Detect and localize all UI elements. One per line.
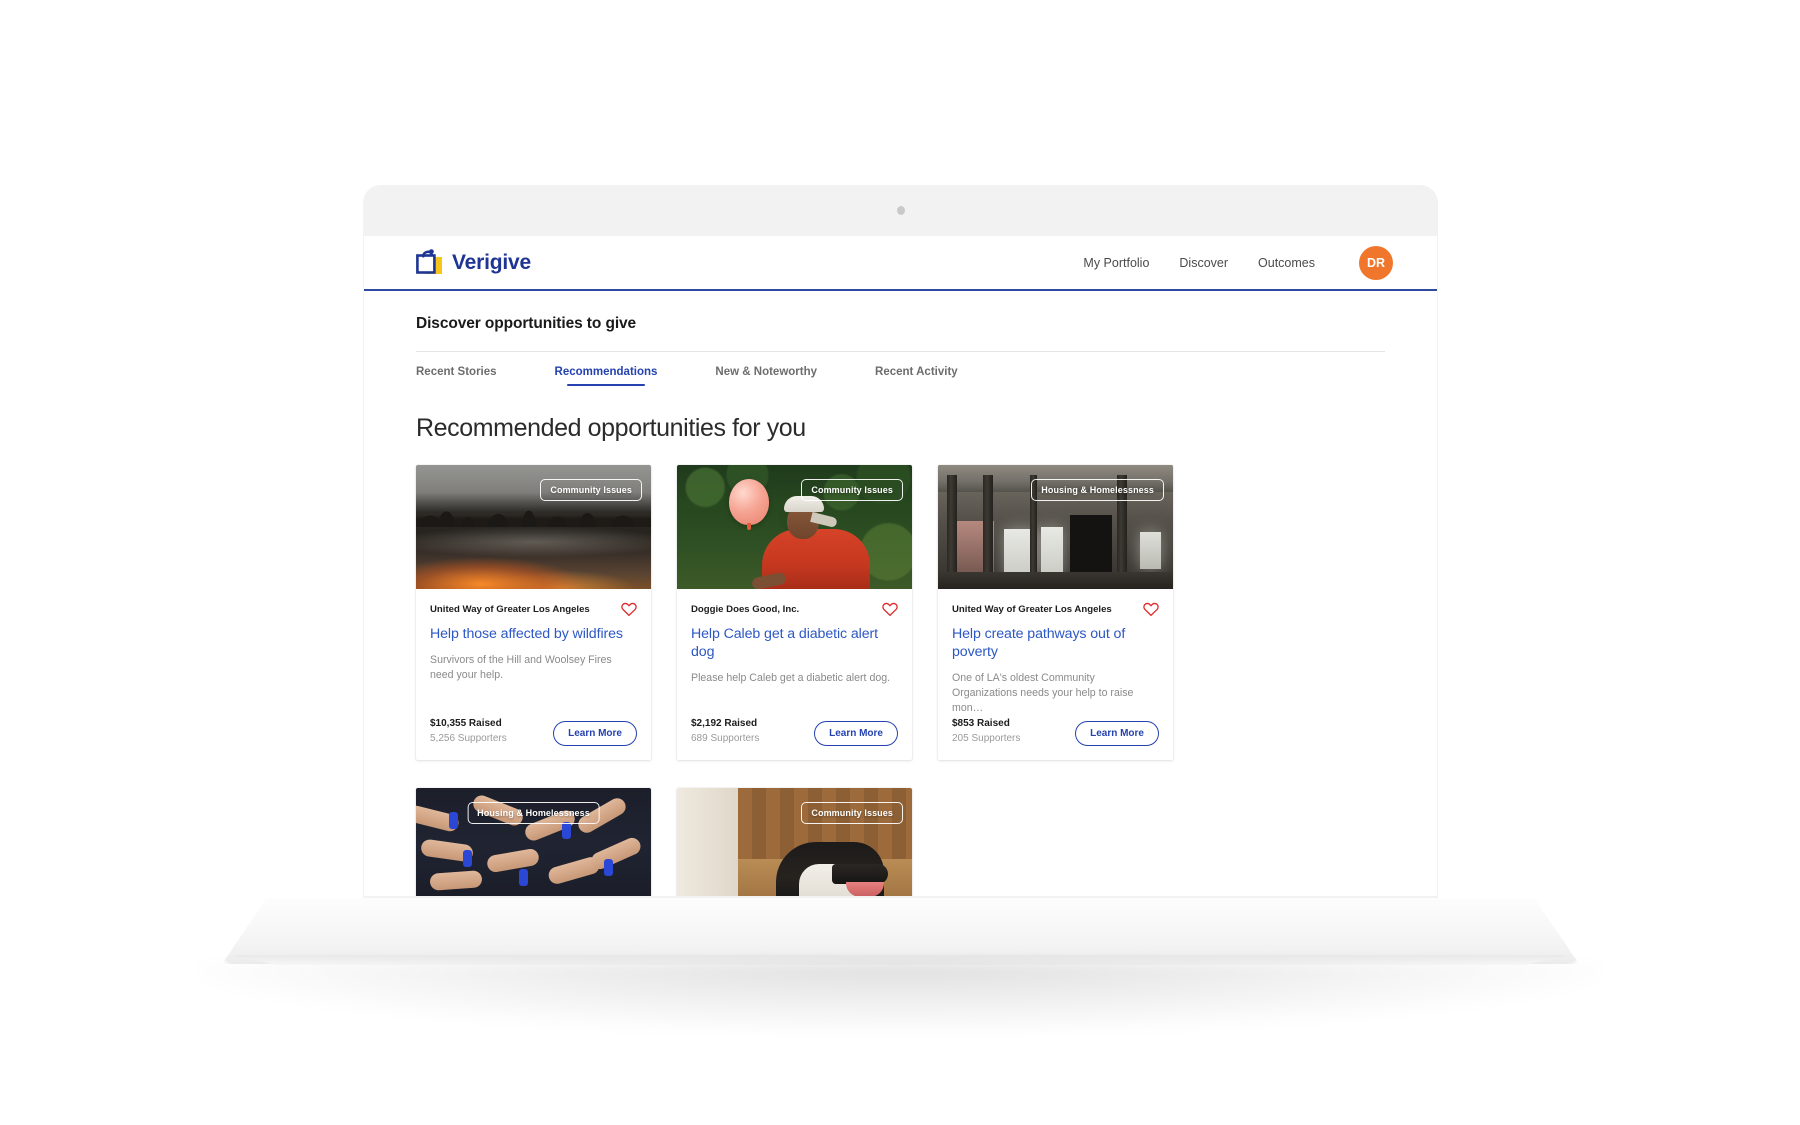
tab-recommendations[interactable]: Recommendations [555, 352, 657, 386]
card-title[interactable]: Help those affected by wildfires [430, 626, 637, 644]
section-heading: Recommended opportunities for you [416, 414, 806, 442]
card-organization: Doggie Does Good, Inc. [691, 604, 800, 615]
tab-recent-activity[interactable]: Recent Activity [875, 352, 958, 385]
wall-panel-shape [677, 787, 739, 905]
hand-shape [485, 847, 540, 874]
card-description: One of LA's oldest Community Organizatio… [952, 671, 1134, 715]
card-org-row: Doggie Does Good, Inc. [691, 602, 898, 617]
brand-name: Verigive [452, 250, 531, 274]
opportunity-card[interactable]: Community Issues United Way of Greater L… [416, 465, 651, 760]
card-image: Community Issues [677, 787, 912, 905]
learn-more-button[interactable]: Learn More [1075, 720, 1159, 746]
card-body: United Way of Greater Los Angeles Help c… [938, 589, 1173, 717]
opportunity-card[interactable]: Community Issues Doggie Does Good, Inc. … [677, 465, 912, 760]
card-org-row: United Way of Greater Los Angeles [952, 602, 1159, 617]
category-badge[interactable]: Housing & Homelessness [1031, 479, 1164, 501]
card-footer: $853 Raised 205 Supporters Learn More [938, 717, 1173, 760]
wristband-shape [519, 869, 529, 887]
wristband-shape [448, 812, 458, 830]
brand-logo[interactable]: Verigive [416, 248, 531, 278]
card-description: Please help Caleb get a diabetic alert d… [691, 671, 891, 684]
page-content: Discover opportunities to give Recent St… [364, 291, 1437, 905]
tab-new-and-noteworthy[interactable]: New & Noteworthy [715, 352, 817, 385]
verigive-app: Verigive My Portfolio Discover Outcomes … [364, 236, 1437, 905]
laptop-mockup-scene: Verigive My Portfolio Discover Outcomes … [0, 0, 1800, 1125]
laptop-lid: Verigive My Portfolio Discover Outcomes … [363, 185, 1438, 905]
supporters-count: 205 Supporters [952, 733, 1021, 745]
tab-recent-stories[interactable]: Recent Stories [416, 352, 497, 385]
floor-shape [938, 571, 1173, 589]
opportunity-card[interactable]: Community Issues [677, 787, 912, 905]
amount-raised: $853 Raised [952, 717, 1010, 729]
card-stats: $2,192 Raised 689 Supporters [691, 717, 759, 746]
heart-icon[interactable] [882, 602, 898, 617]
wristband-shape [604, 859, 613, 877]
hand-shape [588, 834, 644, 872]
heart-icon[interactable] [621, 602, 637, 617]
card-image: Housing & Homelessness [938, 465, 1173, 589]
card-image: Community Issues [416, 465, 651, 589]
category-badge[interactable]: Community Issues [801, 479, 903, 501]
nav-item-my-portfolio[interactable]: My Portfolio [1083, 256, 1149, 270]
supporters-count: 689 Supporters [691, 733, 760, 745]
hand-shape [429, 870, 483, 891]
balloon-shape [728, 478, 769, 530]
opportunity-card-grid: Community Issues United Way of Greater L… [416, 465, 1385, 905]
laptop-bezel-top [363, 185, 1438, 236]
card-organization: United Way of Greater Los Angeles [430, 604, 590, 615]
category-badge[interactable]: Community Issues [801, 801, 903, 824]
card-footer: $2,192 Raised 689 Supporters Learn More [677, 717, 912, 760]
learn-more-button[interactable]: Learn More [814, 720, 898, 746]
doorway-shape [1069, 514, 1112, 580]
card-title[interactable]: Help Caleb get a diabetic alert dog [691, 626, 898, 662]
card-footer: $10,355 Raised 5,256 Supporters Learn Mo… [416, 717, 651, 760]
main-nav: My Portfolio Discover Outcomes DR [1083, 245, 1393, 280]
card-org-row: United Way of Greater Los Angeles [430, 602, 637, 617]
window-shape [1041, 527, 1063, 577]
learn-more-button[interactable]: Learn More [553, 720, 637, 746]
app-header: Verigive My Portfolio Discover Outcomes … [364, 236, 1437, 291]
tab-bar: Recent Stories Recommendations New & Not… [416, 351, 1385, 386]
avatar[interactable]: DR [1359, 245, 1393, 280]
card-body: United Way of Greater Los Angeles Help t… [416, 589, 651, 717]
verigive-bag-icon [416, 248, 443, 278]
wristband-shape [561, 822, 571, 840]
card-title[interactable]: Help create pathways out of poverty [952, 626, 1159, 662]
webcam-icon [896, 206, 905, 215]
window-shape [1140, 531, 1162, 570]
heart-icon[interactable] [1143, 602, 1159, 617]
opportunity-card[interactable]: Housing & Homelessness [416, 787, 651, 905]
laptop-drop-shadow [200, 962, 1600, 1032]
card-body: Doggie Does Good, Inc. Help Caleb get a … [677, 589, 912, 717]
wristband-shape [463, 849, 472, 867]
treeline-silhouette [416, 499, 651, 527]
card-image: Community Issues [677, 465, 912, 589]
laptop-screen: Verigive My Portfolio Discover Outcomes … [364, 236, 1437, 905]
card-stats: $853 Raised 205 Supporters [952, 717, 1020, 746]
card-description: Survivors of the Hill and Woolsey Fires … [430, 653, 612, 682]
amount-raised: $10,355 Raised [430, 717, 502, 729]
card-image: Housing & Homelessness [416, 787, 651, 905]
amount-raised: $2,192 Raised [691, 717, 758, 729]
opportunity-card[interactable]: Housing & Homelessness United Way of Gre… [938, 465, 1173, 760]
card-organization: United Way of Greater Los Angeles [952, 604, 1112, 615]
laptop-base [222, 898, 1579, 964]
category-badge[interactable]: Community Issues [540, 479, 642, 501]
supporters-count: 5,256 Supporters [430, 733, 507, 745]
nav-item-outcomes[interactable]: Outcomes [1258, 256, 1315, 270]
card-stats: $10,355 Raised 5,256 Supporters [430, 717, 507, 746]
page-title: Discover opportunities to give [416, 315, 637, 332]
nav-item-discover[interactable]: Discover [1179, 256, 1228, 270]
category-badge[interactable]: Housing & Homelessness [467, 801, 600, 824]
